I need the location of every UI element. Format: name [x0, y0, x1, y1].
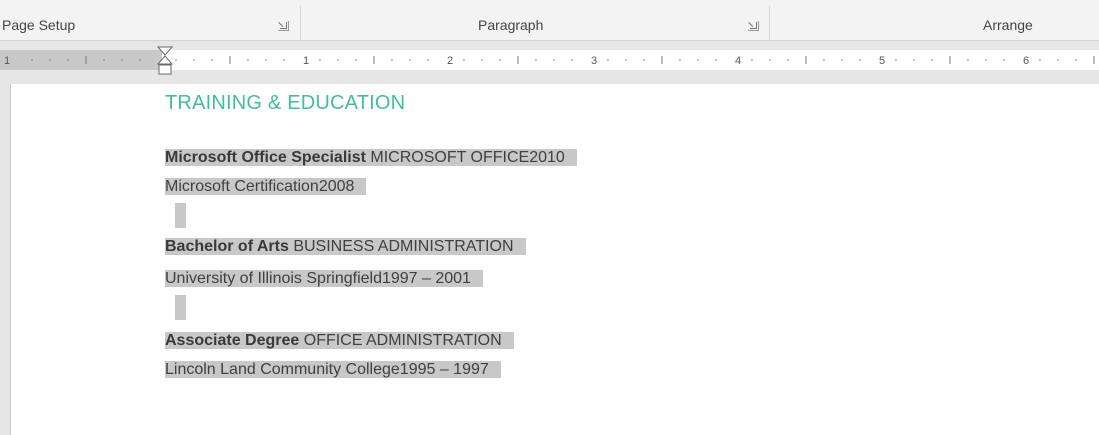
ruler-tick-dot	[103, 59, 105, 61]
ruler-tick-dot	[211, 59, 213, 61]
selected-empty-paragraph	[175, 203, 186, 228]
document-page[interactable]	[22, 84, 1099, 435]
ruler-number: 4	[735, 55, 741, 67]
ruler-tick-dot	[481, 59, 483, 61]
entry-detail: Microsoft Certification2008	[165, 178, 367, 195]
entry-field: OFFICE ADMINISTRATION	[299, 332, 502, 349]
ruler-number: 2	[447, 55, 453, 67]
entry-title: Bachelor of Arts	[165, 238, 289, 255]
entry-title: Associate Degree	[165, 332, 300, 349]
ruler-tick-dot	[49, 59, 51, 61]
ruler-tick-dot	[985, 59, 987, 61]
entry-detail: Lincoln Land Community College1995 – 199…	[165, 361, 501, 378]
ruler-tick-dot	[463, 59, 465, 61]
ribbon-group-labels: Page Setup Paragraph Arrange	[0, 0, 1099, 41]
entry-detail-line[interactable]: Lincoln Land Community College1995 – 199…	[165, 357, 501, 382]
ruler-tick-dot	[913, 59, 915, 61]
ruler-tick-dot	[715, 59, 717, 61]
ruler-number: 5	[879, 55, 885, 67]
entry-field: BUSINESS ADMINISTRATION	[288, 238, 514, 255]
group-separator	[300, 6, 301, 40]
ruler-tick-dot	[427, 59, 429, 61]
ruler-tick-dot	[697, 59, 699, 61]
ruler-tick-dot	[895, 59, 897, 61]
ruler-tick-dot	[499, 59, 501, 61]
ruler-number: 6	[1023, 55, 1029, 67]
entry-detail: University of Illinois Springfield1997 –…	[165, 270, 483, 287]
ruler-tick-dot	[193, 59, 195, 61]
entry-title-line[interactable]: Bachelor of Arts BUSINESS ADMINISTRATION	[165, 234, 526, 259]
ruler-tick-dot	[751, 59, 753, 61]
ruler-tick-dot	[859, 59, 861, 61]
entry-field: MICROSOFT OFFICE2010	[365, 149, 565, 166]
page-setup-dialog-launcher-icon[interactable]	[278, 21, 289, 31]
ruler-tick-dot	[841, 59, 843, 61]
ruler-tick-dot	[931, 59, 933, 61]
ruler-tick-dot	[787, 59, 789, 61]
ruler-tick-dot	[247, 59, 249, 61]
ruler-tick-dot	[31, 59, 33, 61]
ruler-tick-dot	[643, 59, 645, 61]
ruler-tick-dot	[355, 59, 357, 61]
group-label-paragraph: Paragraph	[478, 17, 544, 33]
ruler-tick-dot	[391, 59, 393, 61]
group-label-page-setup: Page Setup	[2, 17, 76, 33]
group-label-arrange: Arrange	[983, 17, 1033, 33]
ruler-tick-dot	[823, 59, 825, 61]
ruler-tick-dot	[1075, 59, 1077, 61]
ruler-tick-dot	[1003, 59, 1005, 61]
entry-detail-line[interactable]: Microsoft Certification2008	[165, 174, 367, 199]
ruler-tick-dot	[265, 59, 267, 61]
ruler-number: 3	[591, 55, 597, 67]
paragraph-dialog-launcher-icon[interactable]	[748, 21, 759, 31]
indent-marker-icon[interactable]	[157, 46, 173, 84]
entry-title-line[interactable]: Associate Degree OFFICE ADMINISTRATION	[165, 328, 514, 353]
ruler-tick-dot	[553, 59, 555, 61]
ruler-tick-dot	[319, 59, 321, 61]
ruler-tick-dot	[1039, 59, 1041, 61]
ruler-tick-dot	[67, 59, 69, 61]
ruler-tick-dot	[139, 59, 141, 61]
ruler-number: 1	[4, 55, 10, 67]
ruler-tick-dot	[121, 59, 123, 61]
page-left-edge	[10, 84, 22, 435]
ruler-tick-dot	[409, 59, 411, 61]
entry-title-line[interactable]: Microsoft Office Specialist MICROSOFT OF…	[165, 145, 577, 170]
ruler-tick-dot	[571, 59, 573, 61]
entry-title: Microsoft Office Specialist	[165, 149, 366, 166]
ruler-tick-dot	[625, 59, 627, 61]
ruler-tick-dot	[769, 59, 771, 61]
ruler-tick-dot	[535, 59, 537, 61]
ruler-tick-dot	[1057, 59, 1059, 61]
ruler-tick-dot	[679, 59, 681, 61]
section-heading: TRAINING & EDUCATION	[165, 92, 406, 114]
ruler-number: 1	[303, 55, 309, 67]
entry-detail-line[interactable]: University of Illinois Springfield1997 –…	[165, 266, 483, 291]
ruler-tick-dot	[337, 59, 339, 61]
selected-empty-paragraph	[175, 295, 186, 320]
ruler-tick-dot	[967, 59, 969, 61]
ruler-tick-dot	[607, 59, 609, 61]
group-separator	[769, 6, 770, 40]
ruler-tick-dot	[175, 59, 177, 61]
ruler-tick-dot	[283, 59, 285, 61]
